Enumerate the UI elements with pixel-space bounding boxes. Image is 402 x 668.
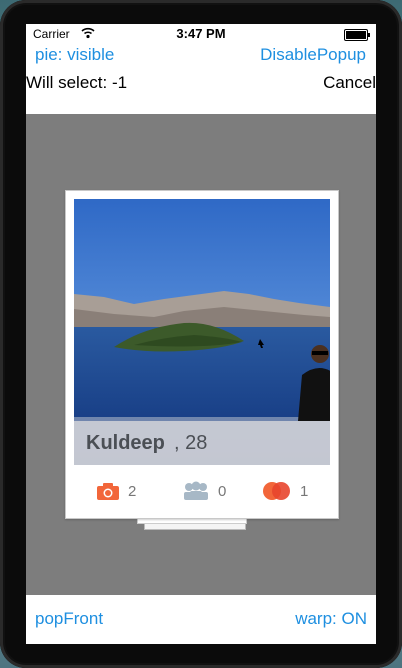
friends-count: 0	[218, 483, 227, 500]
device-frame: Carrier 3:47 PM pie: visible DisablePopu…	[0, 0, 402, 668]
profile-card[interactable]: Kuldeep , 28 2 0 1	[65, 190, 339, 519]
name-bar: Kuldeep , 28	[74, 421, 330, 465]
app-screen: Carrier 3:47 PM pie: visible DisablePopu…	[26, 24, 376, 644]
interests-icon	[263, 482, 290, 500]
pie-visible-button[interactable]: pie: visible	[35, 45, 114, 65]
status-bar: Carrier 3:47 PM	[26, 24, 376, 44]
clock: 3:47 PM	[176, 26, 226, 41]
interests-count: 1	[300, 483, 309, 500]
bottom-toolbar: popFront warp: ON	[26, 595, 376, 644]
friends-stat[interactable]: 0	[182, 479, 232, 505]
cancel-button[interactable]: Cancel	[323, 73, 376, 93]
profile-stats: 2 0 1	[66, 473, 338, 513]
friends-icon	[184, 481, 208, 500]
will-select-label: Will select: -1	[26, 73, 128, 92]
warp-toggle-button[interactable]: warp: ON	[295, 609, 367, 629]
camera-icon	[97, 483, 119, 500]
battery-icon	[344, 29, 370, 41]
selection-header: Will select: -1 Cancel	[26, 70, 376, 114]
profile-photo: Kuldeep , 28	[74, 199, 330, 465]
profile-age: , 28	[174, 432, 208, 454]
top-toolbar: pie: visible DisablePopup	[26, 44, 376, 70]
profile-name: Kuldeep	[86, 432, 165, 454]
camera-count: 2	[128, 483, 137, 500]
camera-stat[interactable]: 2	[96, 479, 146, 505]
pop-front-button[interactable]: popFront	[35, 609, 103, 629]
disable-popup-button[interactable]: DisablePopup	[260, 45, 366, 65]
interests-stat[interactable]: 1	[262, 479, 312, 505]
